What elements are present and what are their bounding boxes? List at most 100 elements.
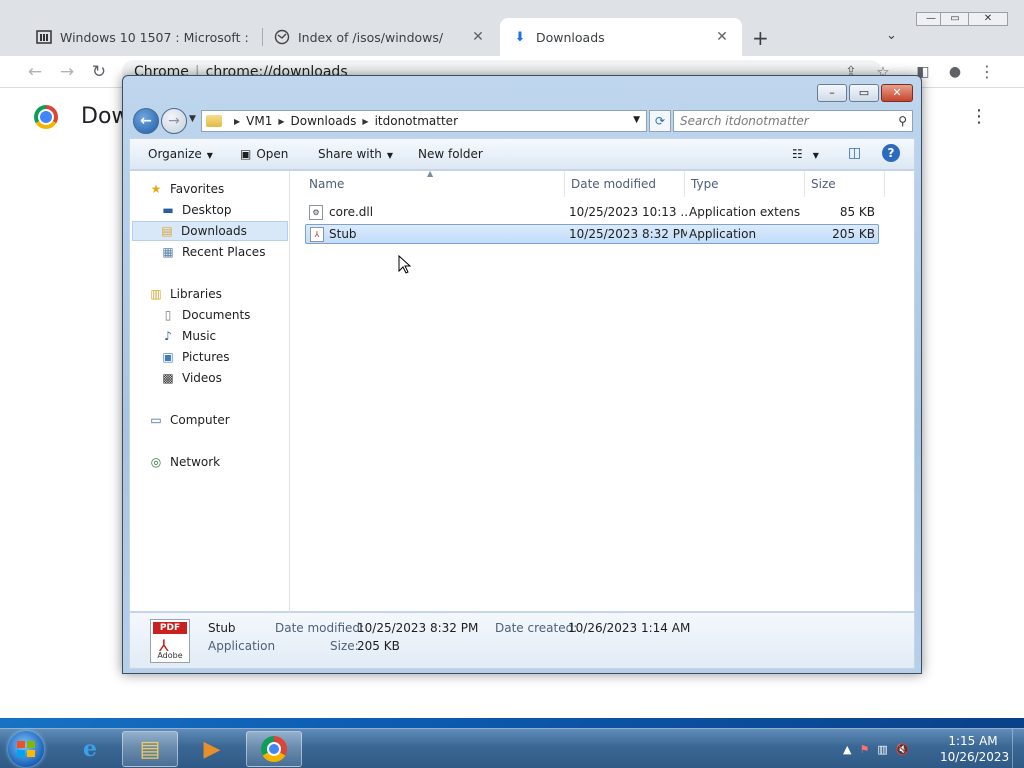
nav-videos[interactable]: ▩ Videos <box>160 368 222 388</box>
navigation-row: ← → ▼ ▶ VM1 ▶ Downloads ▶ itdonotmatter … <box>131 108 915 134</box>
address-bar[interactable]: ▶ VM1 ▶ Downloads ▶ itdonotmatter ▼ <box>201 110 647 132</box>
breadcrumb-arrow-icon[interactable]: ▶ <box>278 117 284 126</box>
view-details-icon: ☷ <box>792 147 803 161</box>
file-name: Stub <box>329 227 357 241</box>
tab-label: Index of /isos/windows/ <box>298 29 444 45</box>
nav-computer[interactable]: ▭ Computer <box>148 410 229 430</box>
tab-index-isos[interactable]: Index of /isos/windows/ ✕ <box>262 18 498 56</box>
explorer-window: – ▭ ✕ ← → ▼ ▶ VM1 ▶ Downloads ▶ itdonotm… <box>122 75 922 674</box>
open-icon: ▣ <box>240 147 252 161</box>
sort-ascending-icon: ▲ <box>427 169 434 178</box>
action-center-icon[interactable]: ⚑ <box>859 743 869 756</box>
explorer-close-button[interactable]: ✕ <box>881 84 913 102</box>
breadcrumb-arrow-icon[interactable]: ▶ <box>362 117 368 126</box>
chrome-taskbar-button[interactable] <box>246 731 302 767</box>
pdf-file-icon: PDF ⅄ Adobe <box>150 619 190 663</box>
file-type: Application extens... <box>689 205 801 219</box>
view-options-button[interactable]: ☷ ▼ <box>792 147 819 161</box>
explorer-restore-button[interactable]: ▭ <box>849 84 879 102</box>
breadcrumb-vm1[interactable]: VM1 <box>246 114 272 128</box>
chevron-down-icon: ▼ <box>812 151 819 160</box>
close-tab-icon[interactable]: ✕ <box>714 29 730 45</box>
folder-icon: ▤ <box>139 736 161 762</box>
detail-created-label: Date created: <box>495 621 578 635</box>
volume-muted-icon[interactable]: 🔇 <box>896 743 910 756</box>
clock-date: 10/26/2023 <box>940 750 1010 764</box>
column-header-date[interactable]: Date modified <box>565 171 685 197</box>
profile-avatar-icon[interactable]: ● <box>944 61 966 83</box>
back-button[interactable]: ← <box>133 108 159 134</box>
tab-downloads[interactable]: ⬇ Downloads ✕ <box>500 18 742 56</box>
reload-icon[interactable]: ↻ <box>88 61 110 83</box>
nav-desktop[interactable]: ▬ Desktop <box>160 200 231 220</box>
recent-places-icon: ▦ <box>162 245 174 259</box>
maximize-button[interactable]: ▭ <box>940 12 970 26</box>
media-player-taskbar-icon[interactable]: ▶ <box>184 731 240 767</box>
desktop-icon: ▬ <box>162 203 174 217</box>
forward-arrow-icon[interactable]: → <box>56 61 78 83</box>
open-button[interactable]: ▣ Open <box>240 147 288 161</box>
start-button[interactable] <box>8 731 44 767</box>
close-tab-icon[interactable]: ✕ <box>470 29 486 45</box>
pictures-icon: ▣ <box>162 350 174 364</box>
column-header-name[interactable]: Name <box>303 171 565 197</box>
column-header-type[interactable]: Type <box>685 171 805 197</box>
nav-network[interactable]: ◎ Network <box>148 452 220 472</box>
chrome-menu-icon[interactable]: ⋮ <box>976 61 998 83</box>
breadcrumb-arrow-icon[interactable]: ▶ <box>234 117 240 126</box>
history-dropdown-icon[interactable]: ▼ <box>189 114 196 124</box>
search-input[interactable]: Search itdonotmatter ⚲ <box>673 110 913 132</box>
chevron-down-icon: ▼ <box>386 151 394 160</box>
address-dropdown-icon[interactable]: ▼ <box>633 115 640 125</box>
breadcrumb-downloads[interactable]: Downloads <box>291 114 357 128</box>
show-hidden-icons-icon[interactable]: ▲ <box>843 743 851 756</box>
details-pane: PDF ⅄ Adobe Stub Application Date modifi… <box>129 612 915 669</box>
nav-recent-places[interactable]: ▦ Recent Places <box>160 242 265 262</box>
file-date: 10/25/2023 8:32 PM <box>569 227 687 241</box>
internet-explorer-taskbar-icon[interactable]: e <box>62 731 118 767</box>
close-window-button[interactable]: ✕ <box>968 12 1008 26</box>
detail-created-value: 10/26/2023 1:14 AM <box>568 621 691 635</box>
explorer-body: ★ Favorites ▬ Desktop ▤ Downloads ▦ Recent P… <box>129 169 915 613</box>
show-desktop-button[interactable] <box>1012 729 1024 768</box>
file-row-stub[interactable]: ⅄ Stub 10/25/2023 8:32 PM Application 20… <box>305 224 879 244</box>
tab-search-chevron-icon[interactable]: ⌄ <box>886 28 897 43</box>
tab-label: Windows 10 1507 : Microsoft : Fr <box>60 29 248 45</box>
nav-favorites[interactable]: ★ Favorites <box>148 179 225 199</box>
new-tab-plus-icon[interactable]: + <box>752 26 769 50</box>
detail-size-value: 205 KB <box>357 639 400 653</box>
taskbar: e ▤ ▶ ▲ ⚑ ▥ 🔇 1:15 AM 10/26/2023 <box>0 728 1024 768</box>
column-header-size[interactable]: Size <box>805 171 885 197</box>
refresh-button[interactable]: ⟳ <box>649 110 671 132</box>
preview-pane-icon[interactable]: ◫ <box>848 145 861 161</box>
nav-downloads[interactable]: ▤ Downloads <box>132 221 288 241</box>
explorer-taskbar-button[interactable]: ▤ <box>122 731 178 767</box>
new-folder-button[interactable]: New folder <box>418 147 483 161</box>
nav-libraries[interactable]: ▥ Libraries <box>148 284 222 304</box>
music-icon: ♪ <box>164 329 172 343</box>
system-clock[interactable]: 1:15 AM 10/26/2023 <box>940 733 1010 765</box>
network-status-icon[interactable]: ▥ <box>877 743 887 756</box>
nav-documents[interactable]: ▯ Documents <box>160 305 251 325</box>
file-row-core-dll[interactable]: ⚙ core.dll 10/25/2023 10:13 ... Applicat… <box>305 203 879 223</box>
share-with-button[interactable]: Share with ▼ <box>318 147 393 161</box>
nav-pictures[interactable]: ▣ Pictures <box>160 347 229 367</box>
forward-button[interactable]: → <box>161 108 187 134</box>
detail-size-label: Size: <box>330 639 359 653</box>
dll-file-icon: ⚙ <box>309 205 323 220</box>
help-icon[interactable]: ? <box>882 144 900 162</box>
more-options-icon[interactable]: ⋮ <box>970 106 988 127</box>
globe-icon <box>274 29 290 45</box>
tab-archive[interactable]: Windows 10 1507 : Microsoft : Fr <box>24 18 260 56</box>
libraries-icon: ▥ <box>150 287 162 301</box>
organize-button[interactable]: Organize ▼ <box>148 147 213 161</box>
back-arrow-icon[interactable]: ← <box>24 61 46 83</box>
folder-icon <box>206 115 222 127</box>
windows-logo-icon <box>17 741 35 757</box>
nav-music[interactable]: ♪ Music <box>160 326 216 346</box>
chevron-down-icon: ▼ <box>206 151 213 160</box>
network-icon: ◎ <box>150 455 162 469</box>
explorer-minimize-button[interactable]: – <box>817 84 847 102</box>
breadcrumb-itdonotmatter[interactable]: itdonotmatter <box>375 114 458 128</box>
tab-strip: Windows 10 1507 : Microsoft : Fr Index o… <box>0 0 1024 56</box>
